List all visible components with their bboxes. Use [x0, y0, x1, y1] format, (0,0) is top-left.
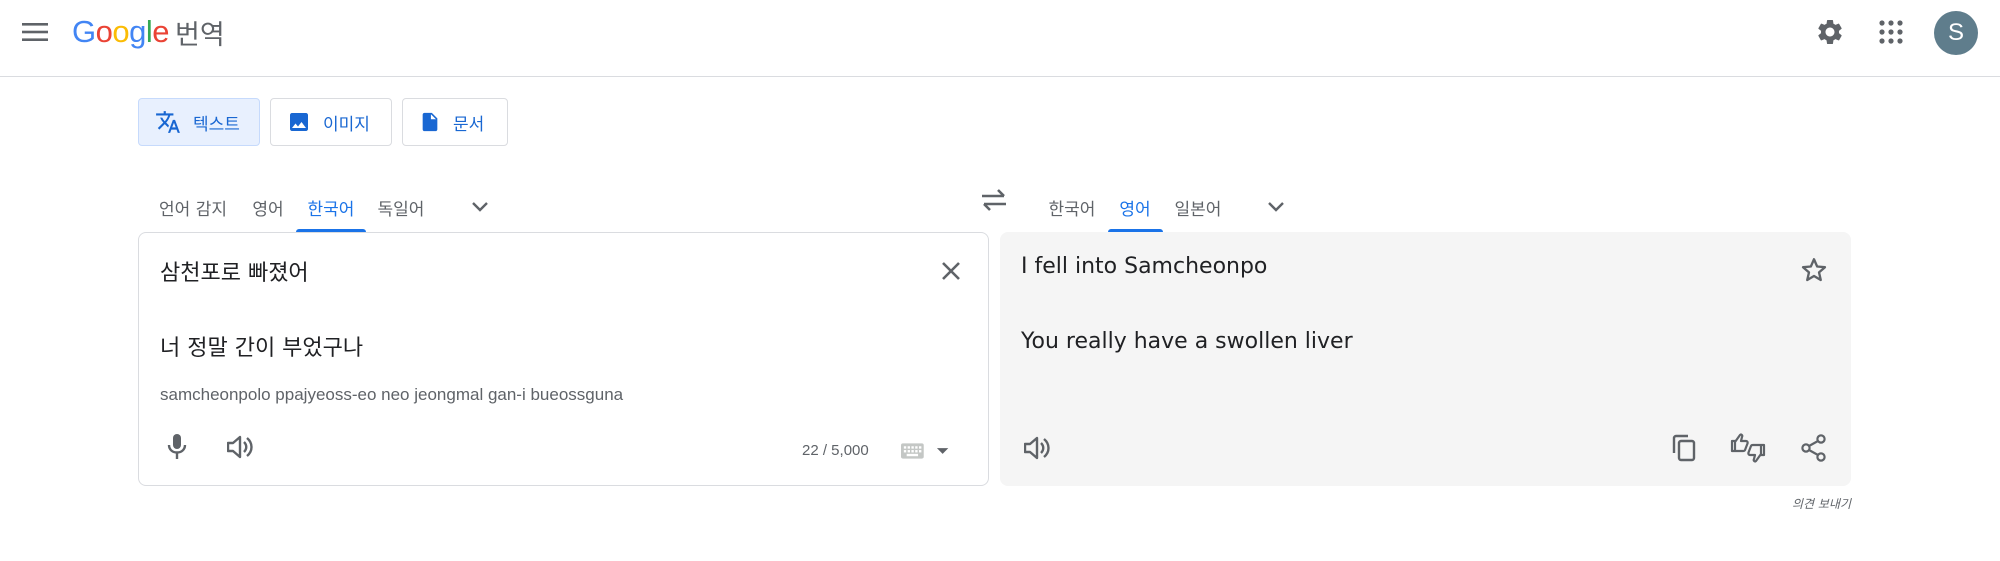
settings-icon: [1818, 19, 1842, 44]
logo-letter: o: [112, 14, 130, 49]
target-more-languages-button[interactable]: [1256, 182, 1296, 232]
target-lang-tab-japanese[interactable]: 일본어: [1170, 182, 1226, 232]
send-feedback-link[interactable]: 의견 보내기: [1700, 495, 1851, 512]
save-translation-button[interactable]: [1794, 250, 1834, 290]
input-tools-button[interactable]: [901, 437, 949, 465]
mode-document-label: 문서: [453, 114, 485, 135]
source-text-line[interactable]: 너 정말 간이 부었구나: [160, 330, 363, 362]
speaker-icon: [227, 435, 253, 459]
logo-letter: G: [72, 14, 96, 49]
logo-letter: g: [129, 14, 146, 49]
source-transliteration: samcheonpolo ppajyeoss-eo neo jeongmal g…: [160, 385, 624, 404]
image-icon: [290, 113, 308, 131]
mic-icon: [167, 434, 187, 459]
target-lang-tab-english[interactable]: 영어: [1108, 182, 1162, 232]
google-translate-logo[interactable]: Google 번역: [72, 12, 225, 52]
top-app-bar: Google 번역 S: [0, 0, 2000, 77]
chevron-down-icon: [472, 202, 488, 212]
share-translation-button[interactable]: [1794, 428, 1834, 468]
document-icon: [422, 112, 438, 132]
mode-document-button[interactable]: 문서: [402, 98, 508, 146]
mode-image-label: 이미지: [323, 114, 370, 135]
clear-source-button[interactable]: [931, 251, 971, 291]
main-menu-button[interactable]: [16, 12, 56, 52]
mode-text-button[interactable]: 텍스트: [138, 98, 260, 146]
speaker-icon: [1024, 436, 1050, 460]
translation-text-line: You really have a swollen liver: [1021, 329, 1353, 354]
star-icon: [1801, 258, 1827, 282]
account-avatar[interactable]: S: [1934, 11, 1978, 55]
rate-translation-button[interactable]: [1728, 428, 1768, 468]
mode-image-button[interactable]: 이미지: [270, 98, 392, 146]
copy-translation-button[interactable]: [1664, 428, 1704, 468]
translation-text-line: I fell into Samcheonpo: [1021, 254, 1268, 279]
feedback-thumbs-icon: [1730, 433, 1766, 463]
source-lang-tab-detect[interactable]: 언어 감지: [152, 182, 234, 232]
translate-icon: [156, 111, 180, 133]
character-counter: 22 / 5,000: [802, 442, 869, 459]
source-lang-tab-english[interactable]: 영어: [244, 182, 292, 232]
logo-letter: o: [95, 14, 113, 49]
voice-input-button[interactable]: [157, 427, 197, 467]
source-text-panel[interactable]: 삼천포로 빠졌어 너 정말 간이 부었구나 samcheonpolo ppajy…: [138, 232, 989, 486]
google-apps-button[interactable]: [1871, 12, 1911, 52]
source-listen-button[interactable]: [221, 427, 261, 467]
close-icon: [942, 262, 960, 280]
source-text-line[interactable]: 삼천포로 빠졌어: [160, 255, 309, 287]
share-icon: [1801, 434, 1826, 462]
source-lang-tab-korean[interactable]: 한국어: [296, 182, 366, 232]
apps-icon: [1879, 20, 1903, 44]
menu-icon: [22, 23, 48, 41]
source-more-languages-button[interactable]: [460, 182, 500, 232]
swap-languages-button[interactable]: [974, 180, 1014, 220]
source-lang-tab-german[interactable]: 독일어: [372, 182, 430, 232]
copy-icon: [1672, 434, 1696, 462]
mode-text-label: 텍스트: [193, 114, 240, 135]
translation-listen-button[interactable]: [1018, 428, 1058, 468]
chevron-down-icon: [1268, 202, 1284, 212]
translation-panel: I fell into Samcheonpo You really have a…: [1000, 232, 1851, 486]
settings-button[interactable]: [1810, 12, 1850, 52]
caret-down-icon: [936, 448, 949, 454]
logo-letter: e: [152, 14, 170, 49]
product-name: 번역: [175, 19, 225, 51]
keyboard-icon: [901, 443, 924, 459]
target-lang-tab-korean[interactable]: 한국어: [1044, 182, 1100, 232]
swap-icon: [982, 189, 1006, 211]
